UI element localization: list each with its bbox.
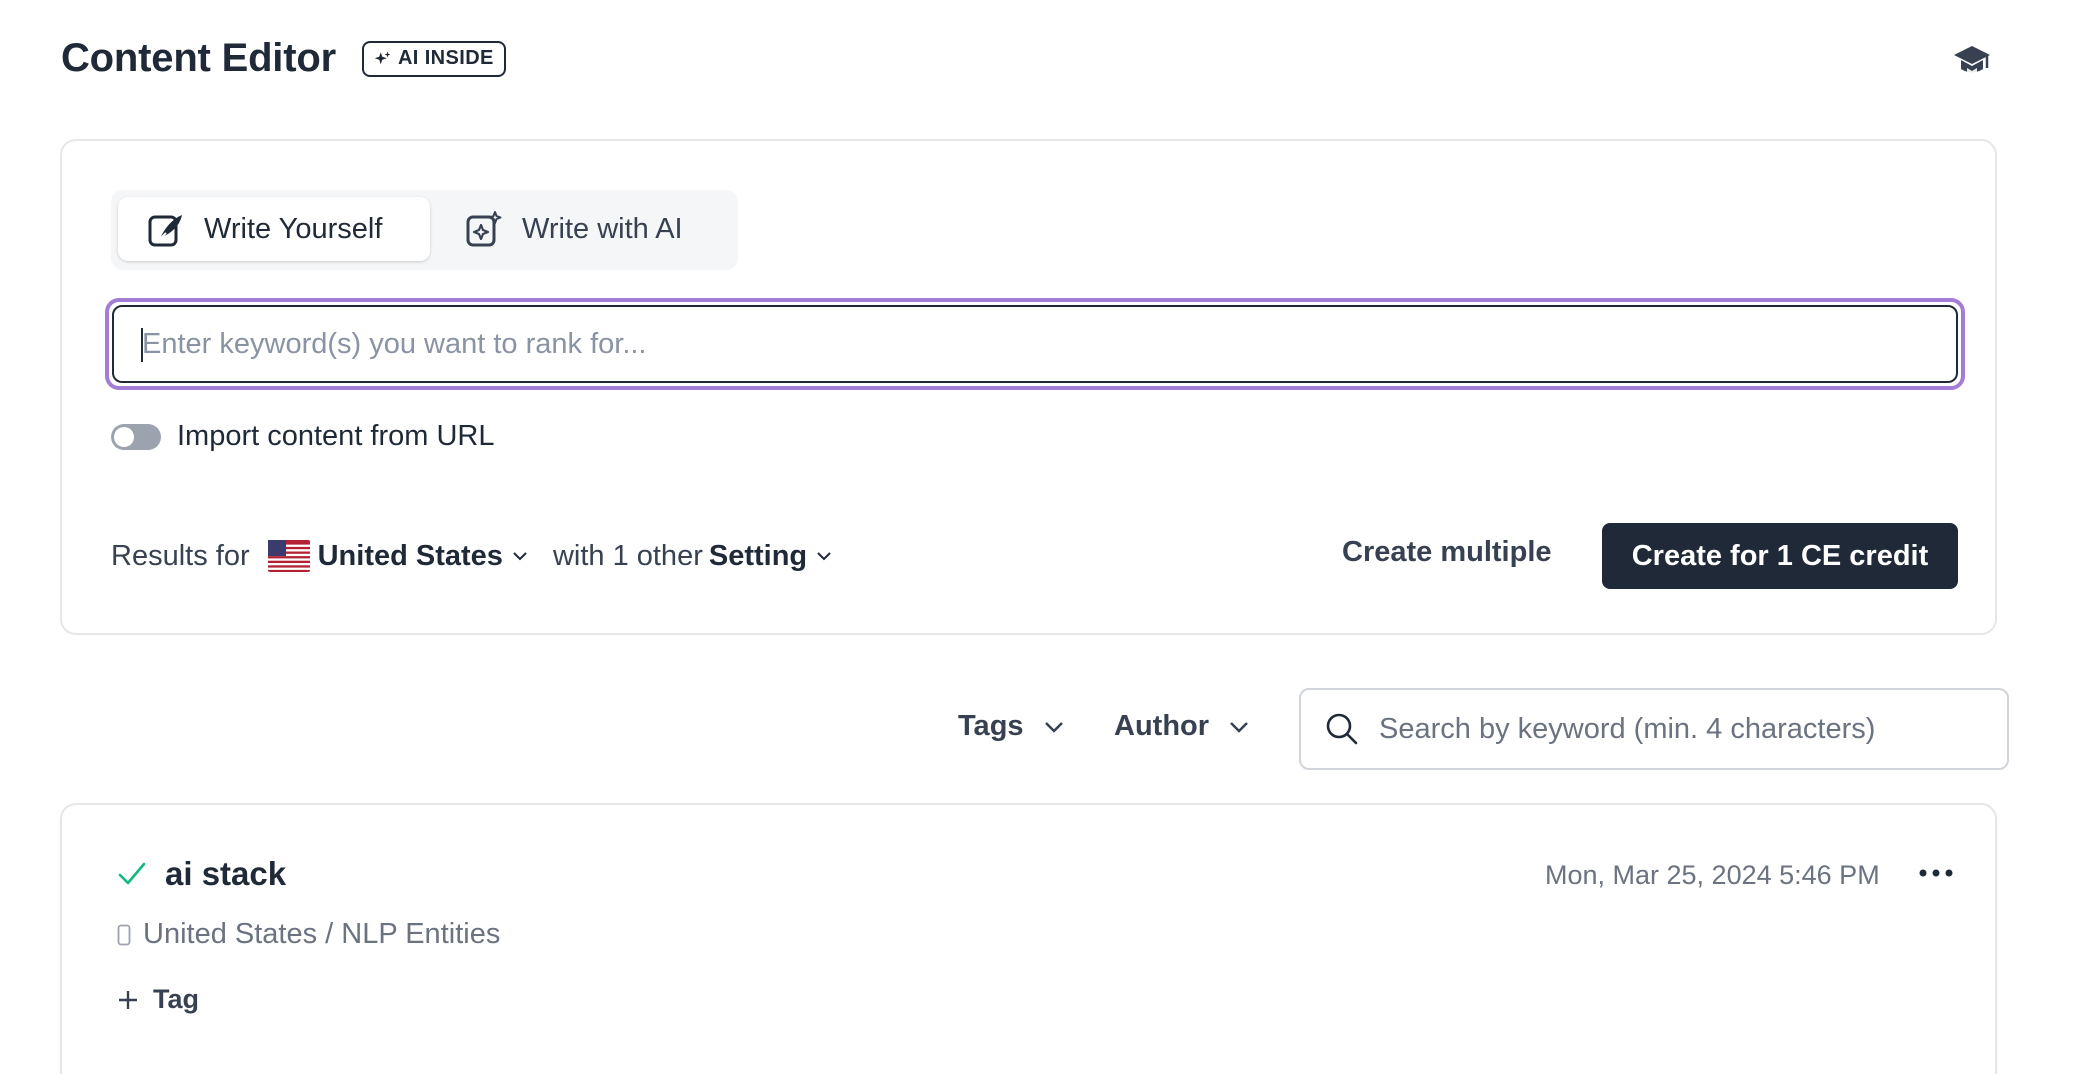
pen-note-icon	[148, 215, 182, 247]
country-select[interactable]: United States	[318, 540, 529, 573]
check-icon	[118, 862, 146, 885]
ai-inside-badge: AI INSIDE	[361, 40, 506, 77]
sparkle-icon	[374, 51, 391, 64]
write-mode-tabs: Write Yourself Write with AI	[111, 190, 738, 270]
add-tag-label: Tag	[153, 984, 199, 1014]
keyword-input[interactable]	[112, 305, 1958, 383]
import-url-toggle-row: Import content from URL	[111, 420, 495, 453]
document-meta: United States / NLP Entities	[117, 918, 500, 951]
author-filter[interactable]: Author	[1114, 710, 1251, 743]
create-multiple-button[interactable]: Create multiple	[1342, 536, 1552, 569]
tags-filter[interactable]: Tags	[958, 710, 1066, 743]
add-tag-button[interactable]: Tag	[117, 984, 199, 1015]
chevron-down-icon	[817, 552, 831, 561]
setting-label: Setting	[708, 539, 808, 572]
page-header: Content Editor AI INSIDE	[61, 36, 506, 81]
tab-write-with-ai-label: Write with AI	[522, 212, 683, 245]
results-settings-row: Results for United States with 1 other S…	[111, 536, 833, 576]
text-caret	[141, 328, 143, 362]
keyword-input-focus-ring	[105, 298, 1965, 390]
tags-filter-label: Tags	[958, 710, 1024, 742]
more-options-icon[interactable]	[1918, 866, 1954, 880]
country-label: United States	[317, 539, 503, 572]
chevron-down-icon	[513, 552, 527, 561]
import-url-toggle[interactable]	[111, 423, 161, 450]
results-for-label: Results for	[111, 539, 250, 572]
document-title-row: ai stack	[117, 855, 286, 893]
chevron-down-icon	[1230, 721, 1248, 733]
toggle-knob	[114, 426, 134, 447]
create-button[interactable]: Create for 1 CE credit	[1602, 523, 1958, 589]
with-other-label: with 1 other	[552, 539, 703, 572]
document-title[interactable]: ai stack	[165, 855, 286, 893]
mobile-device-icon	[117, 924, 131, 945]
graduation-cap-icon[interactable]	[1952, 40, 1992, 82]
plus-icon	[119, 990, 137, 1009]
sparkle-note-icon	[466, 211, 502, 247]
document-date: Mon, Mar 25, 2024 5:46 PM	[1545, 860, 1880, 890]
setting-select[interactable]: Setting	[709, 540, 833, 573]
search-input[interactable]	[1379, 712, 1979, 746]
document-meta-text: United States / NLP Entities	[143, 918, 501, 950]
tab-write-yourself-label: Write Yourself	[204, 212, 383, 245]
author-filter-label: Author	[1114, 710, 1210, 742]
search-box	[1299, 688, 2009, 770]
import-url-label: Import content from URL	[177, 420, 495, 452]
page-title: Content Editor	[61, 36, 336, 80]
search-icon	[1326, 713, 1358, 745]
chevron-down-icon	[1044, 721, 1063, 733]
us-flag-icon	[267, 540, 310, 572]
tab-write-yourself[interactable]: Write Yourself	[118, 197, 430, 261]
tab-write-with-ai[interactable]: Write with AI	[436, 197, 732, 261]
ai-badge-label: AI INSIDE	[397, 47, 494, 69]
